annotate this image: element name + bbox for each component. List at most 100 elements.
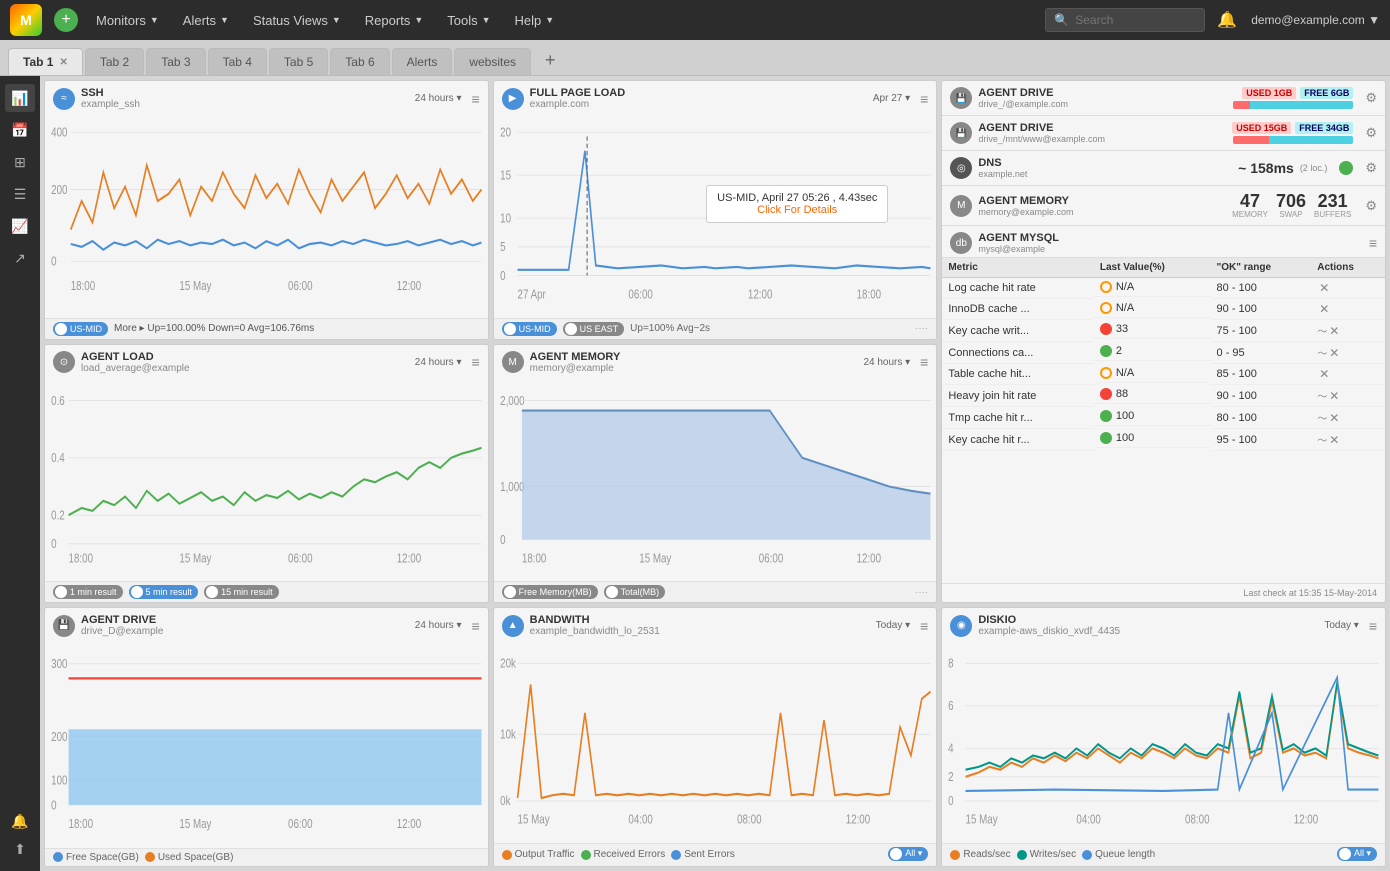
agent-memory-time[interactable]: 24 hours ▾ xyxy=(863,357,910,368)
tab-6[interactable]: Tab 6 xyxy=(330,48,389,75)
svg-text:04:00: 04:00 xyxy=(1077,814,1101,827)
bandwith-subtitle: example_bandwidth_lo_2531 xyxy=(530,626,660,637)
tab-websites[interactable]: websites xyxy=(454,48,531,75)
remove-metric-button[interactable]: ✕ xyxy=(1327,389,1341,403)
agent-load-title: AGENT LOAD xyxy=(81,351,190,363)
dns-settings-icon[interactable]: ⚙ xyxy=(1365,160,1377,176)
drive1-settings-icon[interactable]: ⚙ xyxy=(1365,90,1377,106)
tab-3[interactable]: Tab 3 xyxy=(146,48,205,75)
fpl-useast-toggle[interactable]: US EAST xyxy=(563,322,625,336)
mysql-subtitle: mysql@example xyxy=(978,244,1059,254)
remove-metric-button[interactable]: ✕ xyxy=(1327,433,1341,447)
drive2-settings-icon[interactable]: ⚙ xyxy=(1365,125,1377,141)
sparkline-icon: 〜 xyxy=(1317,327,1327,338)
diskio-icon: ◉ xyxy=(950,615,972,637)
free-memory-toggle[interactable]: Free Memory(MB) xyxy=(502,585,598,599)
metric-name: Connections ca... xyxy=(942,342,1094,364)
output-traffic-legend: Output Traffic xyxy=(502,849,575,860)
15min-toggle[interactable]: 15 min result xyxy=(204,585,279,599)
memory-settings-icon[interactable]: ⚙ xyxy=(1365,198,1377,214)
drive1-free-val: 6GB xyxy=(1331,88,1350,98)
svg-text:18:00: 18:00 xyxy=(522,552,546,566)
metric-name: Table cache hit... xyxy=(942,364,1094,385)
remove-metric-button[interactable]: ✕ xyxy=(1327,346,1341,360)
remove-metric-button[interactable]: ✕ xyxy=(1327,324,1341,338)
tab-1[interactable]: Tab 1 ✕ xyxy=(8,48,83,75)
svg-text:20: 20 xyxy=(500,126,511,140)
sidebar-item-calendar[interactable]: 📅 xyxy=(5,116,35,144)
5min-toggle[interactable]: 5 min result xyxy=(129,585,199,599)
search-box[interactable]: 🔍 xyxy=(1045,8,1205,32)
nav-status-views[interactable]: Status Views ▼ xyxy=(243,7,351,34)
agent-load-time[interactable]: 24 hours ▾ xyxy=(415,357,462,368)
tab-alerts[interactable]: Alerts xyxy=(392,48,453,75)
ssh-footer-stats: More ▸ Up=100.00% Down=0 Avg=106.76ms xyxy=(114,323,314,334)
tab-2[interactable]: Tab 2 xyxy=(85,48,144,75)
ssh-usmid-toggle[interactable]: US-MID xyxy=(53,322,108,336)
ssh-time-selector[interactable]: 24 hours ▾ xyxy=(415,93,462,104)
queue-legend: Queue length xyxy=(1082,849,1155,860)
svg-text:06:00: 06:00 xyxy=(288,818,312,832)
dns-title: DNS xyxy=(978,157,1027,169)
nav-help[interactable]: Help ▼ xyxy=(505,7,565,34)
notifications-icon[interactable]: 🔔 xyxy=(1217,10,1237,30)
mysql-menu-icon[interactable]: ≡ xyxy=(1369,235,1377,251)
table-row: Key cache writ... 33 75 - 100 〜✕ xyxy=(942,320,1385,342)
widget-ssh: ≈ SSH example_ssh 24 hours ▾ ≡ 400 200 0 xyxy=(44,80,489,340)
diskio-time[interactable]: Today ▾ xyxy=(1324,620,1358,631)
agent-drive-bottom-time[interactable]: 24 hours ▾ xyxy=(415,620,462,631)
action-cell: ✕ xyxy=(1311,299,1385,320)
tab-5[interactable]: Tab 5 xyxy=(269,48,328,75)
total-memory-toggle[interactable]: Total(MB) xyxy=(604,585,666,599)
agent-memory-menu[interactable]: ≡ xyxy=(920,354,928,370)
fpl-footer: US-MID US EAST Up=100% Avg~2s ···· xyxy=(494,318,937,339)
user-menu[interactable]: demo@example.com ▼ xyxy=(1251,13,1380,27)
bandwith-time[interactable]: Today ▾ xyxy=(876,620,910,631)
add-tab-button[interactable]: + xyxy=(537,46,564,75)
tab-4[interactable]: Tab 4 xyxy=(208,48,267,75)
diskio-menu[interactable]: ≡ xyxy=(1369,618,1377,634)
fpl-menu-icon[interactable]: ≡ xyxy=(920,91,928,107)
svg-text:0.2: 0.2 xyxy=(51,509,65,523)
remove-metric-button[interactable]: ✕ xyxy=(1327,411,1341,425)
sidebar-item-chart[interactable]: 📈 xyxy=(5,212,35,240)
svg-text:18:00: 18:00 xyxy=(71,280,95,294)
metric-value: 100 xyxy=(1094,407,1211,426)
svg-text:0: 0 xyxy=(51,255,56,269)
agent-drive-bottom-subtitle: drive_D@example xyxy=(81,626,163,637)
agent-drive-bottom-menu[interactable]: ≡ xyxy=(471,618,479,634)
tab-close-icon[interactable]: ✕ xyxy=(59,57,67,68)
bandwith-menu[interactable]: ≡ xyxy=(920,618,928,634)
ssh-menu-icon[interactable]: ≡ xyxy=(471,91,479,107)
agent-load-menu[interactable]: ≡ xyxy=(471,354,479,370)
sidebar-item-dashboard[interactable]: 📊 xyxy=(5,84,35,112)
nav-tools[interactable]: Tools ▼ xyxy=(437,7,500,34)
chevron-down-icon: ▼ xyxy=(332,15,341,25)
bandwith-all-toggle[interactable]: All ▾ xyxy=(888,847,928,863)
nav-reports[interactable]: Reports ▼ xyxy=(355,7,433,34)
add-monitor-button[interactable]: + xyxy=(54,8,78,32)
fpl-time-selector[interactable]: Apr 27 ▾ xyxy=(873,93,910,104)
nav-alerts[interactable]: Alerts ▼ xyxy=(173,7,239,34)
bandwith-title: BANDWITH xyxy=(530,614,660,626)
agent-memory-footer: Free Memory(MB) Total(MB) ···· xyxy=(494,581,937,602)
search-input[interactable] xyxy=(1075,13,1196,27)
sidebar-item-widgets[interactable]: ⊞ xyxy=(5,148,35,176)
agent-memory-subtitle: memory@example xyxy=(530,363,621,374)
chevron-down-icon: ▼ xyxy=(545,15,554,25)
1min-toggle[interactable]: 1 min result xyxy=(53,585,123,599)
fpl-usmid-toggle[interactable]: US-MID xyxy=(502,322,557,336)
metric-value: 33 xyxy=(1094,320,1211,339)
ok-range: 75 - 100 xyxy=(1211,320,1312,342)
sidebar-item-share[interactable]: ↗ xyxy=(5,244,35,272)
agent-memory-title: AGENT MEMORY xyxy=(530,351,621,363)
remove-metric-button[interactable]: ✕ xyxy=(1317,302,1331,316)
diskio-all-toggle[interactable]: All ▾ xyxy=(1337,847,1377,863)
remove-metric-button[interactable]: ✕ xyxy=(1317,367,1331,381)
sidebar-item-notifications[interactable]: 🔔 xyxy=(5,807,35,835)
nav-monitors[interactable]: Monitors ▼ xyxy=(86,7,169,34)
sidebar-item-settings[interactable]: ⬆ xyxy=(5,835,35,863)
svg-text:06:00: 06:00 xyxy=(758,552,782,566)
remove-metric-button[interactable]: ✕ xyxy=(1317,281,1331,295)
sidebar-item-list[interactable]: ☰ xyxy=(5,180,35,208)
